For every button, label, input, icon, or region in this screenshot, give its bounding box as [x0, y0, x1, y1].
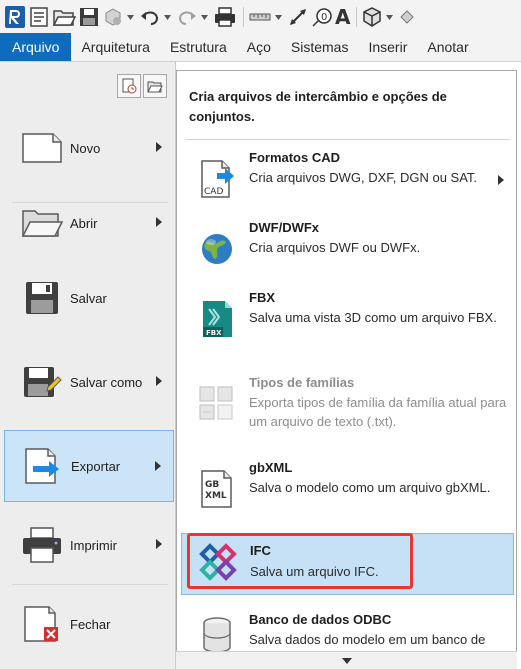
- printer-icon: [18, 521, 66, 569]
- tab-anotar[interactable]: Anotar: [417, 33, 478, 61]
- menu-item-abrir[interactable]: Abrir: [4, 187, 174, 259]
- folder-open-icon: [18, 199, 66, 247]
- sync-icon[interactable]: [102, 4, 124, 30]
- submenu-item-title: Tipos de famílias: [249, 375, 355, 390]
- chevron-right-icon: [156, 539, 162, 549]
- menu-item-label: Imprimir: [70, 537, 117, 553]
- menu-item-fechar[interactable]: Fechar: [4, 588, 174, 660]
- save-as-icon: [18, 358, 66, 406]
- export-icon: [19, 442, 67, 490]
- chevron-right-icon: [155, 461, 161, 471]
- submenu-item-title: Formatos CAD: [249, 150, 341, 165]
- menu-item-salvar[interactable]: Salvar: [4, 262, 174, 334]
- toolbar-divider: [243, 7, 244, 27]
- submenu-item-description: Cria arquivos DWG, DXF, DGN ou SAT.: [249, 170, 478, 185]
- properties-icon[interactable]: [28, 4, 50, 30]
- aligned-dimension-icon[interactable]: [287, 4, 309, 30]
- odbc-database-icon: [203, 617, 231, 653]
- redo-dropdown-icon[interactable]: [200, 4, 209, 30]
- submenu-item-description: Exporta tipos de família da família atua…: [249, 395, 507, 429]
- fbx-icon-text: FBX: [206, 329, 222, 337]
- revit-logo-icon[interactable]: [4, 4, 26, 30]
- menu-item-label: Fechar: [70, 616, 111, 632]
- gbxml-icon-text-line1: GB: [205, 480, 219, 490]
- fbx-icon: FBX: [203, 301, 232, 337]
- tab-inserir[interactable]: Inserir: [358, 33, 417, 61]
- recent-documents-toolbar: [115, 74, 167, 98]
- 3d-view-dropdown-icon[interactable]: [385, 4, 394, 30]
- text-icon-glyph: A: [335, 5, 351, 29]
- submenu-item-title: DWF/DWFx: [249, 220, 320, 235]
- tab-aco[interactable]: Aço: [237, 33, 281, 61]
- undo-icon[interactable]: [139, 4, 161, 30]
- chevron-right-icon: [156, 376, 162, 386]
- tag-icon[interactable]: 0: [311, 4, 333, 30]
- menu-item-salvar-como[interactable]: Salvar como: [4, 346, 174, 418]
- family-types-icon: [199, 386, 233, 420]
- svg-text:0: 0: [321, 12, 327, 23]
- submenu-item-tipos-de-familias: Tipos de famílias Exporta tipos de famíl…: [181, 368, 514, 448]
- text-icon[interactable]: A: [335, 4, 350, 30]
- submenu-divider: [185, 139, 510, 140]
- sync-dropdown-icon[interactable]: [126, 4, 135, 30]
- tab-arquitetura[interactable]: Arquitetura: [71, 33, 159, 61]
- submenu-item-title: FBX: [249, 290, 275, 305]
- undo-dropdown-icon[interactable]: [163, 4, 172, 30]
- application-menu: Novo Abrir Salvar Salvar como Exportar I…: [0, 62, 176, 669]
- menu-item-imprimir[interactable]: Imprimir: [4, 509, 174, 581]
- measure-icon[interactable]: [248, 4, 272, 30]
- chevron-down-icon: [341, 657, 352, 664]
- tab-estrutura[interactable]: Estrutura: [160, 33, 237, 61]
- submenu-header: Cria arquivos de intercâmbio e opções de…: [189, 89, 447, 124]
- open-icon[interactable]: [52, 4, 76, 30]
- menu-divider: [12, 584, 168, 585]
- ifc-highlight-outline: [187, 533, 413, 589]
- tab-sistemas[interactable]: Sistemas: [281, 33, 359, 61]
- submenu-item-dwf[interactable]: DWF/DWFx Cria arquivos DWF ou DWFx.: [181, 213, 514, 293]
- menu-item-novo[interactable]: Novo: [4, 112, 174, 184]
- submenu-item-description: Salva o modelo como um arquivo gbXML.: [249, 480, 491, 495]
- quick-access-toolbar: 0 A: [0, 0, 521, 34]
- 3d-view-icon[interactable]: [361, 4, 383, 30]
- redo-icon[interactable]: [176, 4, 198, 30]
- save-icon[interactable]: [78, 4, 100, 30]
- cad-icon-text: CAD: [204, 187, 223, 197]
- close-document-icon: [18, 600, 66, 648]
- submenu-item-description: Salva dados do modelo em um banco de: [249, 632, 486, 647]
- submenu-item-fbx[interactable]: FBX FBX Salva uma vista 3D como um arqui…: [181, 283, 514, 363]
- print-icon[interactable]: [213, 4, 237, 30]
- ribbon-tab-bar: Arquivo Arquitetura Estrutura Aço Sistem…: [0, 33, 521, 62]
- cad-formats-icon: CAD: [201, 160, 234, 198]
- submenu-item-formatos-cad[interactable]: CAD Formatos CAD Cria arquivos DWG, DXF,…: [181, 143, 514, 223]
- chevron-right-icon: [498, 175, 504, 185]
- menu-item-label: Salvar: [70, 290, 107, 306]
- submenu-item-title: gbXML: [249, 460, 293, 475]
- dwf-globe-icon: [202, 234, 232, 264]
- gbxml-icon-text-line2: XML: [205, 491, 227, 501]
- measure-dropdown-icon[interactable]: [274, 4, 283, 30]
- new-document-icon: [18, 124, 66, 172]
- recent-documents-button[interactable]: [117, 74, 141, 98]
- menu-item-label: Exportar: [71, 458, 121, 474]
- submenu-item-description: Salva uma vista 3D como um arquivo FBX.: [249, 310, 497, 325]
- submenu-scroll-down-button[interactable]: [176, 651, 517, 669]
- menu-item-label: Novo: [70, 140, 101, 156]
- floppy-disk-icon: [18, 274, 66, 322]
- menu-item-exportar[interactable]: Exportar: [4, 430, 174, 502]
- more-icon[interactable]: [398, 4, 416, 30]
- menu-item-label: Abrir: [70, 215, 98, 231]
- submenu-item-description: Cria arquivos DWF ou DWFx.: [249, 240, 421, 255]
- gbxml-icon: GBXML: [201, 470, 232, 508]
- open-documents-button[interactable]: [143, 74, 167, 98]
- chevron-right-icon: [156, 217, 162, 227]
- chevron-right-icon: [156, 142, 162, 152]
- toolbar-divider: [356, 7, 358, 27]
- menu-item-label: Salvar como: [70, 374, 143, 390]
- submenu-item-title: Banco de dados ODBC: [249, 612, 392, 627]
- submenu-item-gbxml[interactable]: GB XML gbXML Salva o modelo como um arqui…: [181, 453, 514, 533]
- tab-arquivo[interactable]: Arquivo: [0, 33, 72, 61]
